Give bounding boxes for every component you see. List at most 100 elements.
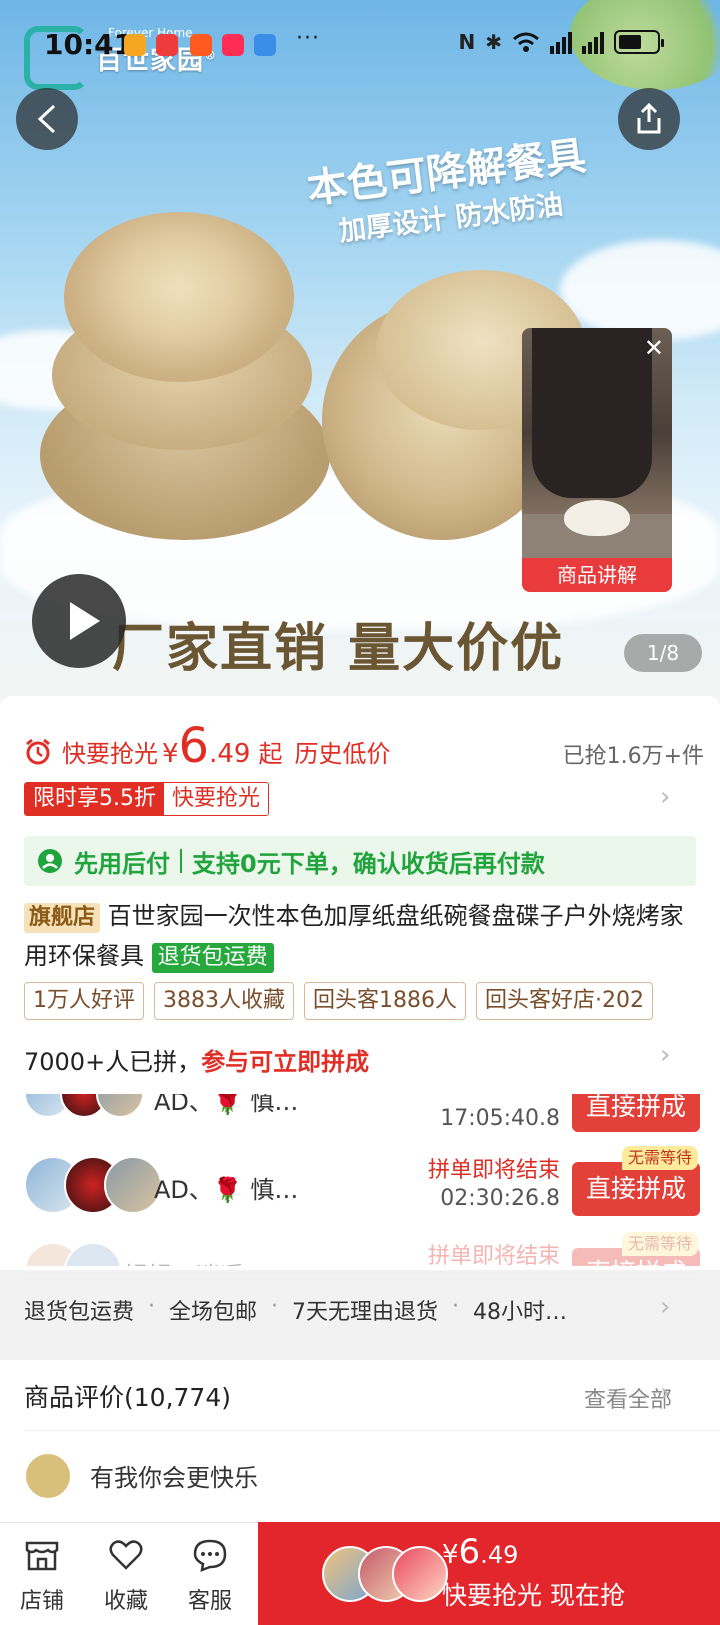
group-buy-row: AD、🌹 慎… 17:05:40.8 直接拼成: [24, 1094, 700, 1132]
buyer-avatar: [392, 1546, 448, 1602]
stat-tag: 3883人收藏: [154, 982, 294, 1020]
signal-2-icon: [582, 30, 604, 54]
stat-tag: 回头客好店·202: [476, 982, 653, 1020]
promo-chevron-right-icon[interactable]: ›: [660, 782, 670, 812]
play-icon: [70, 602, 100, 640]
services-chevron-right-icon[interactable]: ›: [660, 1292, 670, 1322]
battery-icon: [614, 30, 664, 54]
stats-tags: 1万人好评 3883人收藏 回头客1886人 回头客好店·202: [24, 982, 653, 1020]
buy-now-button[interactable]: ¥6.49 快要抢光 现在抢: [258, 1522, 720, 1625]
taobao-app-icon: [190, 34, 212, 56]
product-title-text: 百世家园一次性本色加厚纸盘纸碗餐盘碟子户外烧烤家用环保餐具: [24, 902, 684, 970]
product-title: 旗舰店 百世家园一次性本色加厚纸盘纸碗餐盘碟子户外烧烤家用环保餐具 退货包运费: [24, 896, 700, 976]
buy-cta-label: 快要抢光 现在抢: [442, 1581, 625, 1610]
shop-icon: [25, 1541, 59, 1571]
more-notifications-icon: ···: [296, 26, 320, 51]
heart-icon: [109, 1540, 143, 1570]
product-image-carousel[interactable]: Forever Home 百世家园® 10:41 ··· N ✱ 本色可降解餐具…: [0, 0, 720, 712]
reviews-title: 商品评价(10,774): [24, 1383, 231, 1412]
buy-price: ¥6.49: [442, 1532, 519, 1572]
cloud: [560, 240, 720, 340]
customer-service-tab[interactable]: 客服: [168, 1523, 252, 1625]
group-member-names: 娟娟、逍遥: [124, 1256, 244, 1266]
favorite-tab[interactable]: 收藏: [84, 1523, 168, 1625]
price-integer: 6: [178, 718, 210, 774]
pay-later-desc: 支持0元下单，确认收货后再付款: [192, 849, 545, 878]
hurry-label: 快要抢光: [164, 783, 269, 815]
group-buy-row: AD、🌹 慎… 拼单即将结束 02:30:26.8 直接拼成 无需等待: [24, 1146, 700, 1216]
separator-dot: ·: [271, 1294, 279, 1319]
share-button[interactable]: [618, 88, 680, 150]
service-item: 7天无理由退货: [292, 1300, 439, 1325]
price-suffix: 起: [258, 740, 283, 768]
service-item: 退货包运费: [24, 1300, 135, 1325]
status-indicators: N ✱: [458, 30, 664, 54]
sold-count: 已抢1.6万+件: [562, 744, 704, 769]
product-bowl-top: [64, 212, 294, 382]
share-icon: [637, 102, 661, 134]
pay-later-icon: [38, 849, 62, 873]
pay-later-divider: [180, 849, 182, 873]
pay-later-bar[interactable]: 先用后付 支持0元下单，确认收货后再付款: [24, 836, 696, 886]
service-guarantees[interactable]: 退货包运费 · 全场包邮 · 7天无理由退货 · 48小时…: [24, 1294, 567, 1326]
group-buy-count: 7000+人已拼，: [24, 1048, 202, 1076]
group-ending-label: 拼单即将结束: [427, 1158, 560, 1183]
join-group-button[interactable]: 直接拼成: [572, 1094, 700, 1132]
group-ending-label: 拼单即将结束: [427, 1244, 560, 1266]
group-countdown: 02:30:26.8: [440, 1186, 560, 1211]
flagship-badge: 旗舰店: [24, 903, 101, 933]
play-video-button[interactable]: [32, 574, 126, 668]
group-countdown: 17:05:40.8: [440, 1106, 560, 1131]
presenter-image: [532, 328, 652, 498]
stat-tag: 回头客1886人: [304, 982, 466, 1020]
group-member-names: AD、🌹 慎…: [154, 1094, 299, 1116]
group-buy-list: AD、🌹 慎… 17:05:40.8 直接拼成 AD、🌹 慎… 拼单即将结束 0…: [0, 1094, 720, 1266]
nfc-icon: N: [458, 30, 476, 54]
floating-explainer-video[interactable]: ✕ 商品讲解: [522, 328, 672, 592]
reviewer-name: 有我你会更快乐: [90, 1464, 258, 1492]
browser-app-icon: [254, 34, 276, 56]
chat-bubble-icon: [193, 1539, 227, 1572]
group-member-names: AD、🌹 慎…: [154, 1176, 299, 1204]
status-time: 10:41: [44, 28, 134, 61]
video-label: 商品讲解: [522, 558, 672, 592]
join-group-button[interactable]: 直接拼成: [572, 1162, 700, 1216]
separator-dot: ·: [452, 1294, 460, 1319]
divider: [24, 1272, 696, 1273]
reviews-chevron-right-icon[interactable]: ›: [660, 1378, 670, 1408]
reviewer-avatar: [24, 1452, 72, 1500]
bowl-image: [564, 500, 630, 536]
no-wait-badge: 无需等待: [621, 1146, 698, 1170]
image-counter: 1/8: [624, 634, 702, 672]
shop-tab[interactable]: 店铺: [0, 1523, 84, 1625]
chevron-left-icon: [37, 104, 56, 134]
group-buy-hint: 参与可立即拼成: [201, 1048, 370, 1076]
group-buy-chevron-right-icon[interactable]: ›: [660, 1040, 670, 1070]
price-urgency-tag: 快要抢光: [62, 740, 158, 768]
price-decimal: .49: [209, 739, 251, 769]
favorite-label: 收藏: [103, 1589, 148, 1614]
pay-later-title: 先用后付: [74, 849, 170, 878]
group-buy-header[interactable]: 7000+人已拼，参与可立即拼成: [24, 1042, 369, 1077]
shop-label: 店铺: [19, 1589, 64, 1614]
history-low-label: 历史低价: [294, 740, 391, 768]
close-video-icon[interactable]: ✕: [644, 334, 664, 362]
price-row: 快要抢光 ¥ 6 .49 起 历史低价: [24, 718, 391, 774]
see-all-reviews-link[interactable]: 查看全部: [584, 1382, 672, 1414]
news-app-icon: [156, 34, 178, 56]
banner-bottom-slogan: 厂家直销 量大价优: [112, 619, 565, 679]
no-wait-badge: 无需等待: [621, 1232, 698, 1256]
stat-tag: 1万人好评: [24, 982, 144, 1020]
price-currency: ¥: [162, 739, 179, 769]
xiaohongshu-app-icon: [222, 34, 244, 56]
promo-tag[interactable]: 限时享5.5折 快要抢光: [24, 782, 270, 816]
wifi-icon: [513, 32, 539, 52]
separator-dot: ·: [148, 1294, 156, 1319]
back-button[interactable]: [16, 88, 78, 150]
avatar: [96, 1094, 144, 1118]
divider: [24, 1430, 720, 1431]
bluetooth-icon: ✱: [485, 30, 502, 54]
avatar: [64, 1242, 122, 1266]
customer-service-label: 客服: [187, 1589, 232, 1614]
alarm-clock-icon: [26, 738, 50, 765]
